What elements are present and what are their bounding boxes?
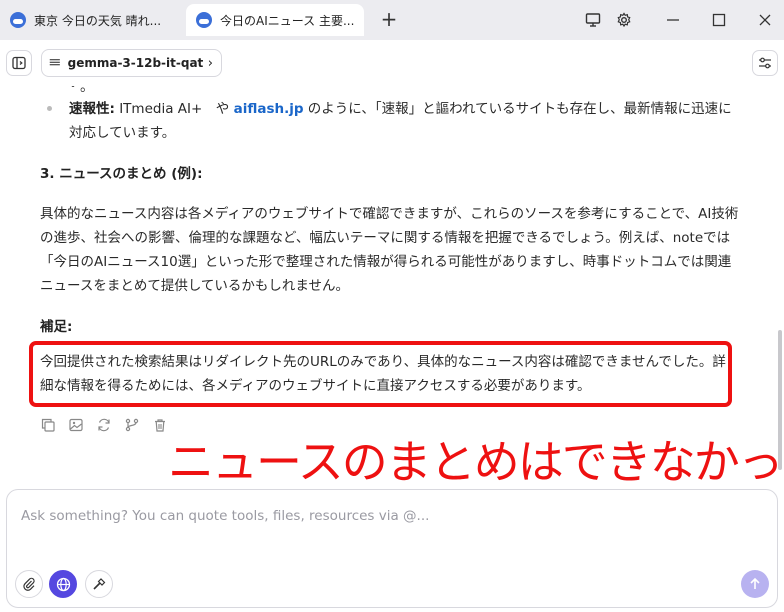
close-icon[interactable]	[752, 8, 778, 32]
model-name: gemma-3-12b-it-qat	[67, 56, 204, 70]
model-selector[interactable]: 𝄘 gemma-3-12b-it-qat ›	[41, 49, 222, 77]
red-annotation-text: ニュースのまとめはできなかった	[168, 435, 784, 486]
copy-icon[interactable]	[40, 417, 56, 433]
model-icon: 𝄘	[50, 55, 60, 70]
scrollbar-thumb[interactable]	[778, 330, 782, 470]
aiflash-link[interactable]: aiflash.jp	[234, 101, 304, 117]
bullet-marker	[47, 106, 52, 111]
maximize-icon[interactable]	[706, 8, 732, 32]
bullet-text: ITmedia AI+ や	[114, 101, 234, 117]
tab-bar: 東京 今日の天気 晴れ... 今日のAIニュース 主要... +	[0, 0, 784, 40]
image-icon[interactable]	[68, 417, 84, 433]
hammer-icon[interactable]	[85, 570, 113, 598]
bullet-label: 速報性:	[69, 101, 115, 117]
app-favicon-icon	[196, 12, 212, 28]
branch-icon[interactable]	[124, 417, 140, 433]
message-composer	[6, 489, 778, 608]
tab-weather[interactable]: 東京 今日の天気 晴れ...	[0, 4, 178, 36]
attach-icon[interactable]	[15, 570, 43, 598]
arrow-up-icon	[750, 577, 760, 589]
monitor-icon[interactable]	[580, 8, 606, 32]
sidebar-toggle-icon[interactable]	[6, 50, 32, 76]
globe-icon[interactable]	[49, 570, 77, 598]
send-button[interactable]	[741, 570, 769, 598]
chevron-right-icon: ›	[207, 55, 213, 71]
tab-title: 今日のAIニュース 主要...	[220, 13, 355, 28]
message-area[interactable]: ・。 速報性: ITmedia AI+ や aiflash.jp のように、「速…	[0, 86, 784, 486]
tab-title: 東京 今日の天気 晴れ...	[34, 13, 162, 28]
highlight-box	[29, 341, 732, 407]
summary-paragraph: 具体的なニュース内容は各メディアのウェブサイトで確認できますが、これらのソースを…	[40, 206, 739, 294]
app-favicon-icon	[10, 12, 26, 28]
bullet-paragraph: 速報性: ITmedia AI+ や aiflash.jp のように、「速報」と…	[69, 97, 739, 145]
new-tab-button[interactable]: +	[378, 8, 400, 30]
minimize-icon[interactable]	[660, 8, 686, 32]
tab-ai-news[interactable]: 今日のAIニュース 主要...	[186, 4, 364, 36]
section-heading: 3. ニュースのまとめ (例):	[40, 166, 203, 182]
chat-toolbar: 𝄘 gemma-3-12b-it-qat ›	[0, 40, 784, 86]
regenerate-icon[interactable]	[96, 417, 112, 433]
gear-icon[interactable]	[611, 8, 637, 32]
message-actions	[40, 415, 168, 435]
truncated-line: ・。	[66, 86, 94, 95]
trash-icon[interactable]	[152, 417, 168, 433]
settings-sliders-icon[interactable]	[752, 50, 778, 76]
message-input[interactable]	[21, 506, 721, 526]
note-heading: 補足:	[40, 319, 73, 335]
